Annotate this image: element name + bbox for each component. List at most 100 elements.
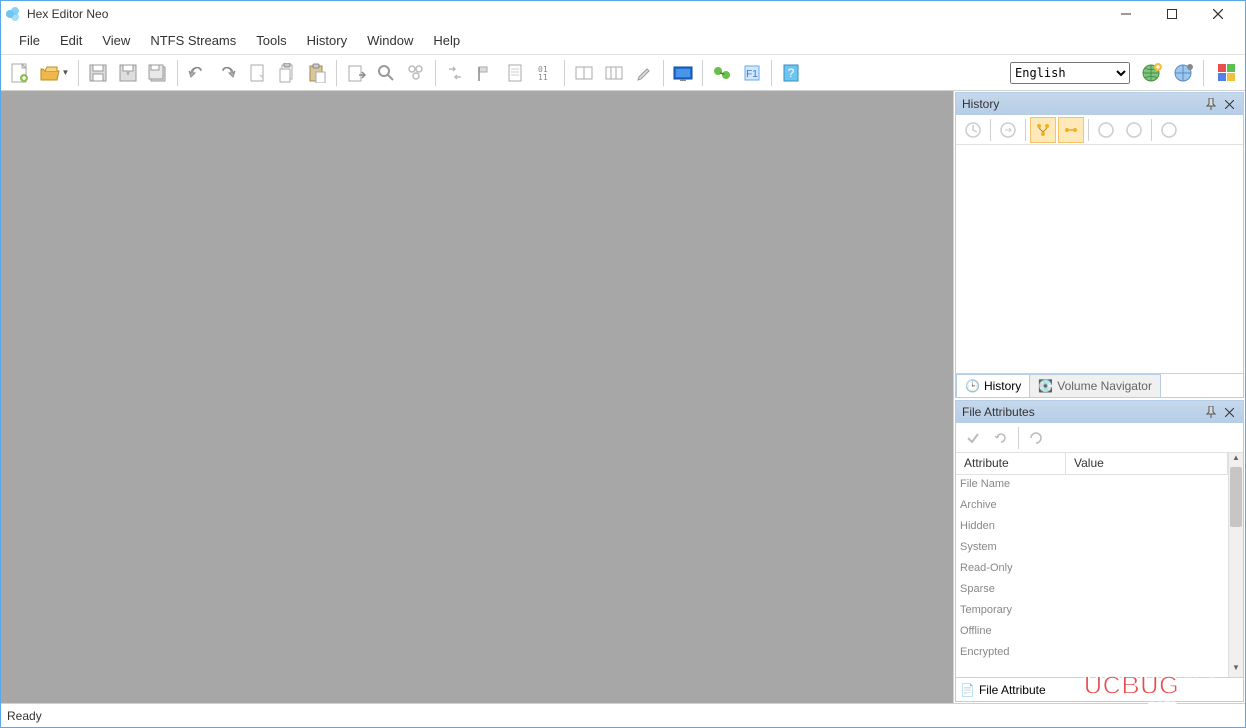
- volume-button[interactable]: [708, 57, 736, 89]
- fileattr-col-attribute[interactable]: Attribute: [956, 453, 1066, 474]
- replace-button[interactable]: [441, 57, 469, 89]
- clock-icon: 🕒: [965, 379, 980, 393]
- statusbar: Ready: [1, 703, 1245, 727]
- encoding-button[interactable]: [570, 57, 598, 89]
- fileattr-refresh-icon[interactable]: [1023, 425, 1049, 451]
- svg-text:F1: F1: [746, 69, 758, 80]
- fileattr-bottom-tabs: 📄 File Attribute: [956, 677, 1243, 701]
- save-button[interactable]: [84, 57, 112, 89]
- table-row[interactable]: Hidden: [956, 517, 1228, 538]
- history-tree-icon[interactable]: [1030, 117, 1056, 143]
- menu-history[interactable]: History: [297, 27, 357, 54]
- table-row[interactable]: Read-Only: [956, 559, 1228, 580]
- window-title: Hex Editor Neo: [27, 7, 108, 21]
- copy-button[interactable]: [273, 57, 301, 89]
- fill-button[interactable]: [501, 57, 529, 89]
- history-forward-icon[interactable]: [995, 117, 1021, 143]
- save-all-button[interactable]: [144, 57, 172, 89]
- structure-button[interactable]: F1: [738, 57, 766, 89]
- history-tabs: 🕒History 💽Volume Navigator: [956, 373, 1243, 397]
- history-panel-header: History: [956, 93, 1243, 115]
- paste-button[interactable]: [303, 57, 331, 89]
- scroll-up-icon[interactable]: ▲: [1229, 453, 1243, 467]
- new-file-button[interactable]: [5, 57, 33, 89]
- file-attributes-panel: File Attributes Attribute Value: [955, 400, 1244, 702]
- pin-icon[interactable]: [1203, 404, 1219, 420]
- history-load-icon[interactable]: [1121, 117, 1147, 143]
- menu-tools[interactable]: Tools: [246, 27, 296, 54]
- find-button[interactable]: [372, 57, 400, 89]
- table-row[interactable]: Sparse: [956, 580, 1228, 601]
- history-save-icon[interactable]: [1093, 117, 1119, 143]
- save-as-button[interactable]: *: [114, 57, 142, 89]
- app-icon: [5, 6, 21, 22]
- fileattr-apply-icon[interactable]: [960, 425, 986, 451]
- globe-settings-button[interactable]: [1170, 57, 1198, 89]
- menubar: File Edit View NTFS Streams Tools Histor…: [1, 27, 1245, 55]
- fileattr-toolbar: [956, 423, 1243, 453]
- undo-button[interactable]: [183, 57, 211, 89]
- fileattr-col-value[interactable]: Value: [1066, 453, 1228, 474]
- history-list-icon[interactable]: [1058, 117, 1084, 143]
- fileattr-bottom-tab[interactable]: File Attribute: [979, 683, 1046, 697]
- cut-button[interactable]: [243, 57, 271, 89]
- color-settings-button[interactable]: [1213, 57, 1241, 89]
- columns-button[interactable]: [600, 57, 628, 89]
- app-window: Hex Editor Neo File Edit View NTFS Strea…: [0, 0, 1246, 728]
- open-file-button[interactable]: ▼: [35, 57, 73, 89]
- menu-file[interactable]: File: [9, 27, 50, 54]
- language-select[interactable]: English: [1010, 62, 1130, 84]
- find-all-button[interactable]: [402, 57, 430, 89]
- insert-file-button[interactable]: [342, 57, 370, 89]
- history-panel-title: History: [962, 97, 1201, 111]
- minimize-button[interactable]: [1103, 1, 1149, 27]
- menu-edit[interactable]: Edit: [50, 27, 92, 54]
- scroll-thumb[interactable]: [1230, 467, 1242, 527]
- toolbar-separator: [702, 60, 703, 86]
- process-button[interactable]: [669, 57, 697, 89]
- status-text: Ready: [7, 709, 42, 723]
- menu-ntfs-streams[interactable]: NTFS Streams: [140, 27, 246, 54]
- help-button[interactable]: ?: [777, 57, 805, 89]
- history-back-icon[interactable]: [960, 117, 986, 143]
- table-row[interactable]: System: [956, 538, 1228, 559]
- scrollbar[interactable]: ▲ ▼: [1228, 453, 1243, 677]
- tab-history[interactable]: 🕒History: [956, 374, 1030, 397]
- toolbar: ▼ * 0111 F1 ? English: [1, 55, 1245, 91]
- menu-help[interactable]: Help: [423, 27, 470, 54]
- close-button[interactable]: [1195, 1, 1241, 27]
- redo-button[interactable]: [213, 57, 241, 89]
- fileattr-table-header: Attribute Value: [956, 453, 1228, 475]
- close-panel-icon[interactable]: [1221, 96, 1237, 112]
- fileattr-revert-icon[interactable]: [988, 425, 1014, 451]
- fileattr-table: Attribute Value File Name Archive Hidden…: [956, 453, 1228, 677]
- menu-window[interactable]: Window: [357, 27, 423, 54]
- fileattr-panel-header: File Attributes: [956, 401, 1243, 423]
- history-clear-icon[interactable]: [1156, 117, 1182, 143]
- fileattr-body: Attribute Value File Name Archive Hidden…: [956, 453, 1243, 677]
- table-row[interactable]: Offline: [956, 622, 1228, 643]
- toolbar-separator: [564, 60, 565, 86]
- svg-text:*: *: [126, 70, 130, 80]
- close-panel-icon[interactable]: [1221, 404, 1237, 420]
- right-panels: History: [953, 91, 1245, 703]
- highlight-button[interactable]: [630, 57, 658, 89]
- add-language-button[interactable]: [1138, 57, 1166, 89]
- pin-icon[interactable]: [1203, 96, 1219, 112]
- table-row[interactable]: Archive: [956, 496, 1228, 517]
- scroll-down-icon[interactable]: ▼: [1229, 663, 1243, 677]
- fileattr-rows: File Name Archive Hidden System Read-Onl…: [956, 475, 1228, 677]
- history-body: [956, 145, 1243, 373]
- maximize-button[interactable]: [1149, 1, 1195, 27]
- table-row[interactable]: File Name: [956, 475, 1228, 496]
- editor-canvas: [1, 91, 953, 703]
- fileattr-panel-title: File Attributes: [962, 405, 1201, 419]
- tab-volume-navigator[interactable]: 💽Volume Navigator: [1029, 374, 1161, 397]
- goto-button[interactable]: [471, 57, 499, 89]
- table-row[interactable]: Encrypted: [956, 643, 1228, 664]
- toolbar-separator: [435, 60, 436, 86]
- table-row[interactable]: Temporary: [956, 601, 1228, 622]
- menu-view[interactable]: View: [92, 27, 140, 54]
- svg-text:11: 11: [538, 73, 548, 82]
- binary-button[interactable]: 0111: [531, 57, 559, 89]
